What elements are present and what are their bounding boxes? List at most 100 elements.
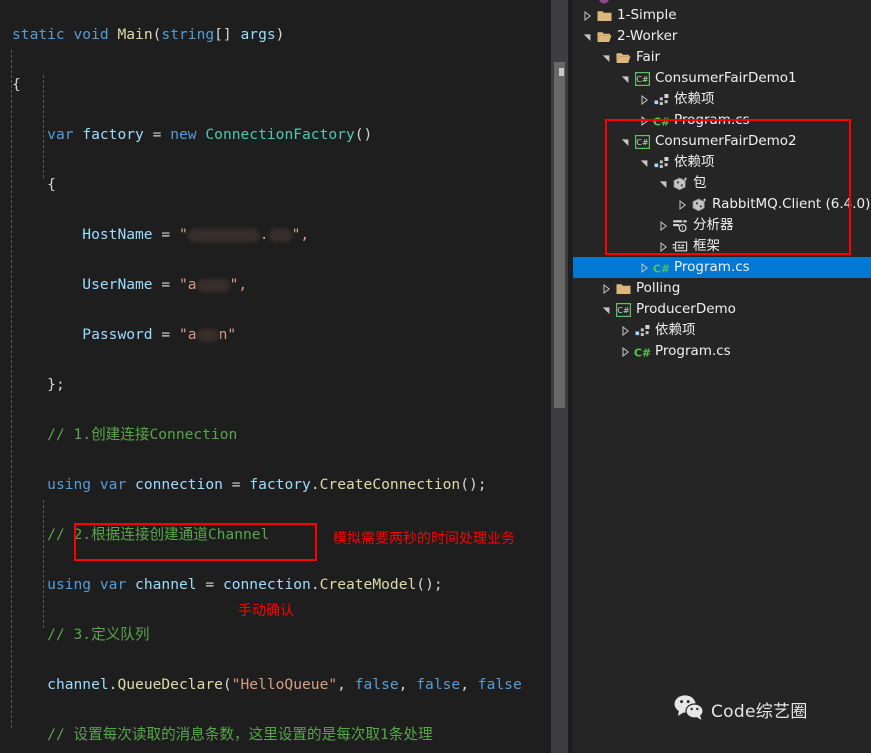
code-line[interactable]: { xyxy=(12,72,568,97)
dependencies-icon xyxy=(633,320,651,341)
tree-row-label: 2-Worker xyxy=(617,28,678,44)
code-line[interactable]: }; xyxy=(12,372,568,397)
folder-open-icon xyxy=(595,26,613,47)
code-line[interactable]: HostName = ". ", xyxy=(12,222,568,247)
code-line[interactable]: // 1.创建连接Connection xyxy=(12,422,568,447)
editor-scrollbar-marker xyxy=(559,68,564,76)
csproj-icon: C# xyxy=(633,68,651,89)
watermark-label: Code综艺圈 xyxy=(711,702,808,722)
tree-row[interactable]: 1-Simple xyxy=(573,5,871,26)
svg-text:C#: C# xyxy=(634,346,651,359)
tree-row[interactable]: 框架 xyxy=(573,236,871,257)
analyzer-icon: i xyxy=(671,215,689,236)
cs-file-icon: C# xyxy=(633,341,651,362)
tree-row-label: 框架 xyxy=(693,238,720,254)
tree-row-label: 依赖项 xyxy=(655,322,696,338)
editor-scrollbar-thumb[interactable] xyxy=(554,62,565,408)
tree-row-selected[interactable]: C# Program.cs xyxy=(573,257,871,278)
svg-text:C#: C# xyxy=(636,75,649,84)
code-line[interactable]: UserName = "a ", xyxy=(12,272,568,297)
tree-row-label: ProducerDemo xyxy=(636,301,736,317)
tree-row-label: RabbitMQ.Client (6.4.0) xyxy=(712,196,871,212)
tree-row[interactable]: C# ConsumerFairDemo1 xyxy=(573,68,871,89)
tree-row[interactable]: 依赖项 xyxy=(573,320,871,341)
chevron-right-icon[interactable] xyxy=(655,236,671,257)
code-line[interactable]: // 3.定义队列 xyxy=(12,622,568,647)
chevron-down-icon[interactable] xyxy=(579,26,595,47)
cs-file-icon: C# xyxy=(652,257,670,278)
code-line[interactable]: using var connection = factory.CreateCon… xyxy=(12,472,568,497)
tree-row-label: 分析器 xyxy=(693,217,734,233)
package-icon xyxy=(690,194,708,215)
tree-row[interactable]: C# Program.cs xyxy=(573,341,871,362)
dependencies-icon xyxy=(652,152,670,173)
tree-row-label: ConsumerFairDemo1 xyxy=(655,70,797,86)
tree-row[interactable]: i 分析器 xyxy=(573,215,871,236)
chevron-right-icon[interactable] xyxy=(598,278,614,299)
package-icon xyxy=(671,173,689,194)
dependencies-icon xyxy=(652,89,670,110)
tree-row-label: Program.cs xyxy=(674,259,750,275)
chevron-down-icon[interactable] xyxy=(655,173,671,194)
chevron-right-icon[interactable] xyxy=(617,341,633,362)
chevron-right-icon[interactable] xyxy=(579,5,595,26)
tree-row[interactable]: C# ConsumerFairDemo2 xyxy=(573,131,871,152)
folder-icon xyxy=(595,5,613,26)
code-line[interactable]: { xyxy=(12,172,568,197)
code-line[interactable]: using var channel = connection.CreateMod… xyxy=(12,572,568,597)
tree-row[interactable]: C# Program.cs xyxy=(573,110,871,131)
editor-vertical-scrollbar[interactable] xyxy=(551,0,568,753)
tree-row[interactable]: RabbitMQ.Client (6.4.0) xyxy=(573,194,871,215)
tree-row-label: ConsumerFairDemo2 xyxy=(655,133,797,149)
tree-row-label: 依赖项 xyxy=(674,154,715,170)
chevron-right-icon[interactable] xyxy=(674,194,690,215)
tree-row-label: 1-Simple xyxy=(617,7,677,23)
chevron-right-icon[interactable] xyxy=(636,257,652,278)
svg-text:i: i xyxy=(682,226,684,232)
tree-row[interactable]: 2-Worker xyxy=(573,26,871,47)
cs-file-icon: C# xyxy=(652,110,670,131)
csproj-icon: C# xyxy=(614,299,632,320)
tree-row[interactable]: Fair xyxy=(573,47,871,68)
code-line[interactable]: // 设置每次读取的消息条数，这里设置的是每次取1条处理 xyxy=(12,722,568,747)
visual-studio-window: static void Main(string[] args) { var fa… xyxy=(0,0,871,753)
code-line[interactable]: static void Main(string[] args) xyxy=(12,22,568,47)
code-line[interactable]: Password = "a n" xyxy=(12,322,568,347)
code-text[interactable]: static void Main(string[] args) { var fa… xyxy=(12,0,568,753)
framework-icon xyxy=(671,236,689,257)
watermark: Code综艺圈 xyxy=(674,694,808,725)
code-editor-pane[interactable]: static void Main(string[] args) { var fa… xyxy=(0,0,568,753)
code-line[interactable]: channel.QueueDeclare("HelloQueue", false… xyxy=(12,672,568,697)
solution-explorer-pane[interactable]: 1-Simple 2-Worker Fair C# ConsumerFairDemo1 依… xyxy=(573,0,871,753)
tree-row-label: Polling xyxy=(636,280,681,296)
wechat-icon xyxy=(674,694,704,725)
chevron-down-icon[interactable] xyxy=(617,131,633,152)
tree-row-label: Fair xyxy=(636,49,661,65)
annotation-text-sleep: 模拟需要两秒的时间处理业务 xyxy=(333,531,515,547)
code-line[interactable]: var factory = new ConnectionFactory() xyxy=(12,122,568,147)
svg-text:C#: C# xyxy=(617,306,630,315)
chevron-right-icon[interactable] xyxy=(655,215,671,236)
solution-tree[interactable]: 1-Simple 2-Worker Fair C# ConsumerFairDemo1 依… xyxy=(573,0,871,362)
chevron-right-icon[interactable] xyxy=(617,320,633,341)
tree-row[interactable]: 包 xyxy=(573,173,871,194)
annotation-text-ack: 手动确认 xyxy=(238,603,294,619)
tree-row-label: Program.cs xyxy=(655,343,731,359)
tree-row[interactable]: 依赖项 xyxy=(573,89,871,110)
tree-row-label: 包 xyxy=(693,175,707,191)
folder-open-icon xyxy=(614,47,632,68)
svg-text:C#: C# xyxy=(653,115,670,128)
tree-row-label: Program.cs xyxy=(674,112,750,128)
chevron-down-icon[interactable] xyxy=(617,68,633,89)
csproj-icon: C# xyxy=(633,131,651,152)
chevron-down-icon[interactable] xyxy=(598,47,614,68)
tree-row-label: 依赖项 xyxy=(674,91,715,107)
chevron-down-icon[interactable] xyxy=(598,299,614,320)
tree-row[interactable]: Polling xyxy=(573,278,871,299)
tree-row[interactable]: C# ProducerDemo xyxy=(573,299,871,320)
svg-text:C#: C# xyxy=(653,262,670,275)
chevron-down-icon[interactable] xyxy=(636,152,652,173)
tree-row[interactable]: 依赖项 xyxy=(573,152,871,173)
chevron-right-icon[interactable] xyxy=(636,89,652,110)
chevron-right-icon[interactable] xyxy=(636,110,652,131)
